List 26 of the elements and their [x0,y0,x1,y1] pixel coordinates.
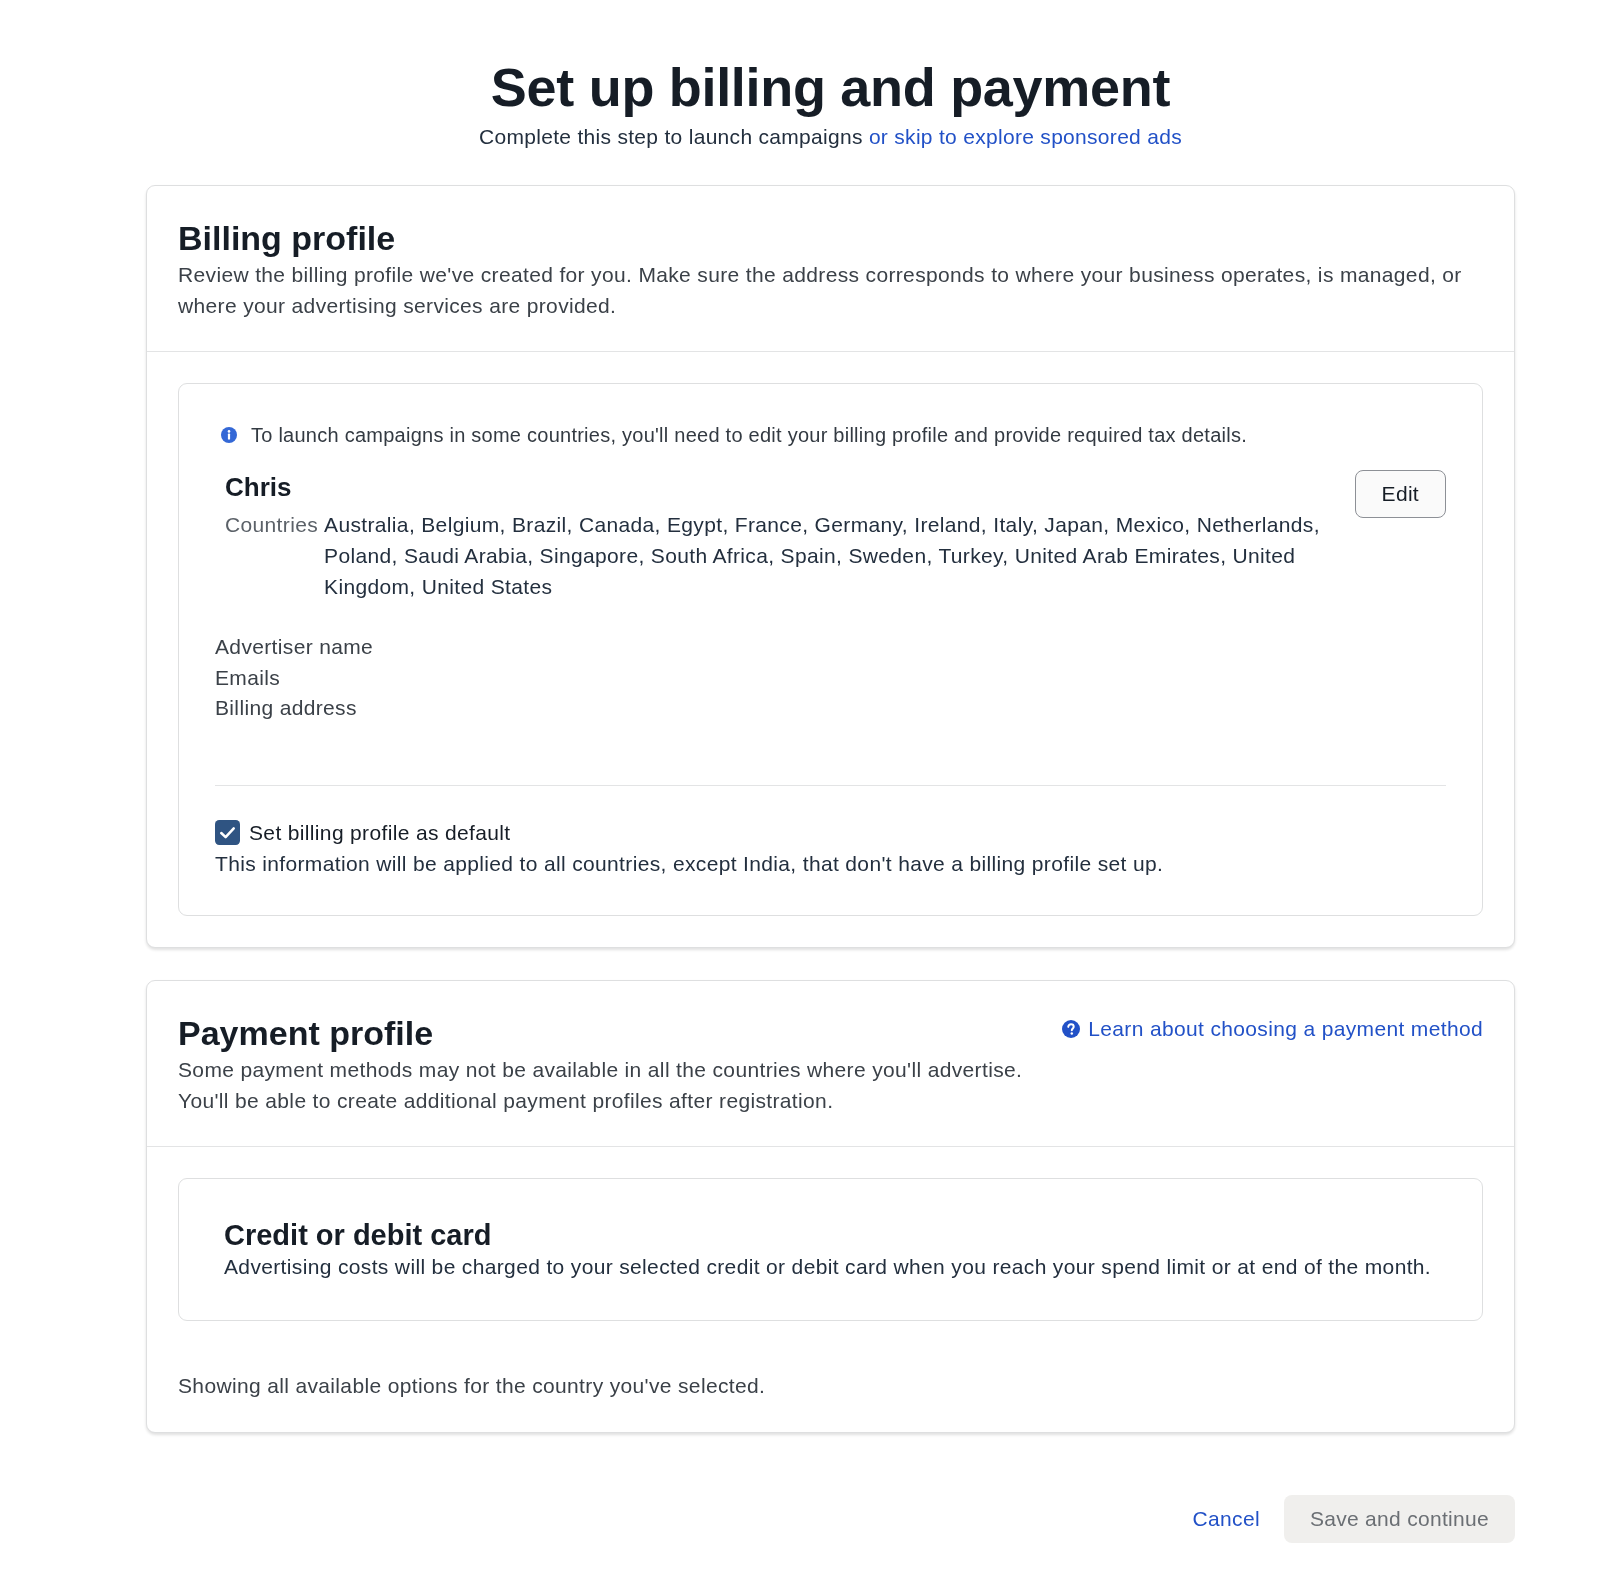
default-note: This information will be applied to all countries, except India, that don't have a billing profile set up. [215,850,1165,877]
section-description: Review the billing profile we've created for you. Make sure the address corresponds to where your business operates, is managed, or where your advertising services are provided. [178,262,1463,319]
notice-text: To launch campaigns in some countries, you'll need to edit your billing profile and provide required tax details. [251,423,1247,448]
section-description: You'll be able to create additional payment profiles after registration. [178,1087,835,1114]
page-title: Set up billing and payment [489,56,1172,118]
checkbox[interactable] [215,820,240,845]
section-description: Some payment methods may not be available in all the countries where you'll advertise. [178,1056,1024,1083]
skip-link[interactable]: or skip to explore sponsored ads [868,125,1182,148]
page-subtitle: Complete this step to launch campaigns or skip to explore sponsored ads [478,124,1183,150]
payment-method-title: Credit or debit card [224,1217,493,1252]
options-note: Showing all available options for the country you've selected. [178,1372,767,1399]
help-link[interactable]: Learn about choosing a payment method [1062,1015,1483,1043]
checkbox-label: Set billing profile as default [249,819,511,846]
profile-name: Chris [225,471,293,504]
section-heading: Payment profile [178,1012,434,1054]
info-icon [221,427,237,443]
edit-button[interactable]: Edit [1354,470,1446,518]
field-label: Emails [215,664,282,691]
payment-method-description: Advertising costs will be charged to your selected credit or debit card when you reach your spend limit or at end of the month. [224,1253,1433,1280]
section-heading: Billing profile [178,218,397,259]
countries-label: Countries [225,512,319,538]
field-label: Billing address [215,695,358,721]
countries-list: Australia, Belgium, Brazil, Canada, Egypt, France, Germany, Ireland, Italy, Japan, Mexico, Netherlands, Poland, Saudi Arabia, Singapore, South Africa, Spain, Sweden, Turkey, United Arab Emirates, United Kingdom, United States [324,509,1340,602]
help-icon [1062,1020,1081,1038]
cancel-link[interactable]: Cancel [1192,1504,1260,1533]
field-label: Advertiser name [215,634,375,660]
